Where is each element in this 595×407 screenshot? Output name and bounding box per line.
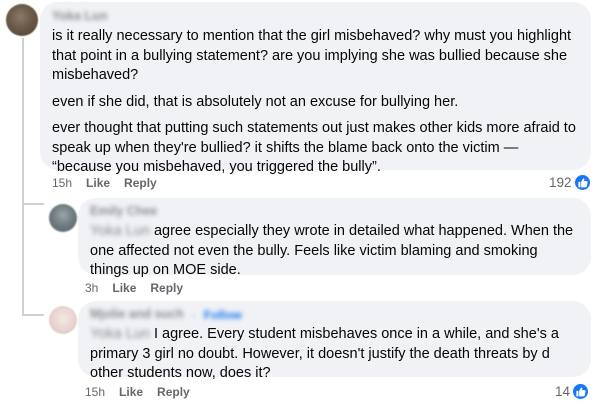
thread-line-vertical — [22, 38, 24, 316]
thread-line-branch-1 — [22, 203, 44, 205]
comment-bubble: Yoka Lun is it really necessary to menti… — [40, 2, 591, 175]
reply-timestamp[interactable]: 15h — [85, 385, 105, 399]
like-button[interactable]: Like — [86, 176, 110, 190]
reply-actions: 15h Like Reply — [85, 385, 204, 399]
thread-line-branch-2 — [22, 314, 44, 316]
avatar[interactable] — [49, 204, 77, 232]
reaction-count: 192 — [549, 175, 572, 190]
mention-link[interactable]: Yoka Lun — [90, 223, 150, 239]
mention-link[interactable]: Yoka Lun — [90, 326, 150, 342]
comment-actions: 15h Like Reply — [52, 176, 171, 190]
avatar[interactable] — [6, 4, 38, 36]
like-icon — [573, 174, 591, 191]
reply-button[interactable]: Reply — [150, 281, 183, 295]
reply-author[interactable]: Emily Chee — [90, 204, 579, 219]
reply-button[interactable]: Reply — [124, 176, 157, 190]
separator-dot: · — [191, 307, 196, 322]
reply-bubble: Mjolie and such · Follow Yoka Lun I agree… — [78, 301, 591, 381]
reply-author[interactable]: Mjolie and such — [90, 307, 184, 322]
comment-timestamp[interactable]: 15h — [52, 176, 72, 190]
comment-paragraph: is it really necessary to mention that t… — [52, 28, 572, 83]
reply-text: Yoka Lun agree especially they wrote in d… — [90, 222, 579, 281]
reply-body: I agree. Every student misbehaves once i… — [90, 326, 559, 381]
reply-text: Yoka Lun I agree. Every student misbehave… — [90, 325, 579, 384]
avatar[interactable] — [49, 306, 77, 334]
comment-paragraph: ever thought that putting such statement… — [52, 120, 576, 175]
reaction-summary[interactable]: 192 — [549, 174, 591, 191]
like-button[interactable]: Like — [112, 281, 136, 295]
reaction-summary[interactable]: 14 — [555, 383, 590, 400]
reply-actions: 3h Like Reply — [85, 281, 197, 295]
reaction-count: 14 — [555, 384, 571, 399]
reply-timestamp[interactable]: 3h — [85, 281, 98, 295]
reply-button[interactable]: Reply — [157, 385, 190, 399]
comment-author[interactable]: Yoka Lun — [52, 9, 579, 24]
reply-bubble: Emily Chee Yoka Lun agree especially they… — [78, 198, 591, 278]
reply-body: agree especially they wrote in detailed … — [90, 223, 574, 278]
follow-button[interactable]: Follow — [204, 308, 242, 322]
like-button[interactable]: Like — [119, 385, 143, 399]
like-icon — [572, 383, 590, 400]
comment-paragraph: even if she did, that is absolutely not … — [52, 93, 459, 110]
